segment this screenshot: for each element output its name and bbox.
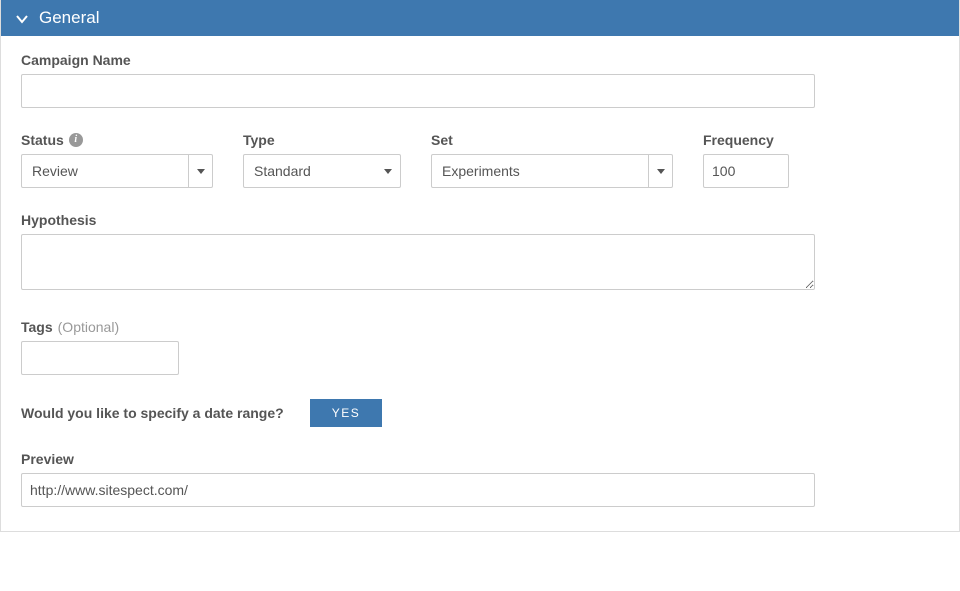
type-label: Type — [243, 132, 401, 148]
frequency-field: Frequency — [703, 132, 789, 188]
status-value: Review — [22, 155, 188, 187]
tags-label: Tags (Optional) — [21, 319, 939, 335]
tags-label-text: Tags — [21, 319, 53, 335]
row-status-type-set-freq: Status i Review Type Standard Set Expe — [21, 132, 939, 188]
info-icon[interactable]: i — [69, 133, 83, 147]
set-field: Set Experiments — [431, 132, 673, 188]
status-select[interactable]: Review — [21, 154, 213, 188]
status-caret — [188, 155, 212, 187]
tags-input[interactable] — [21, 341, 179, 375]
preview-field: Preview — [21, 451, 939, 507]
set-caret — [648, 155, 672, 187]
tags-optional-text: (Optional) — [58, 319, 119, 335]
type-select[interactable]: Standard — [243, 154, 401, 188]
preview-input[interactable] — [21, 473, 815, 507]
hypothesis-input[interactable] — [21, 234, 815, 290]
campaign-name-field: Campaign Name — [21, 52, 939, 108]
frequency-input[interactable] — [703, 154, 789, 188]
panel-title: General — [39, 8, 99, 28]
date-range-question: Would you like to specify a date range? — [21, 405, 284, 421]
tags-field: Tags (Optional) — [21, 319, 939, 375]
hypothesis-label: Hypothesis — [21, 212, 939, 228]
date-range-row: Would you like to specify a date range? … — [21, 399, 939, 427]
campaign-name-input[interactable] — [21, 74, 815, 108]
type-value: Standard — [244, 155, 376, 187]
caret-down-icon — [657, 169, 665, 174]
chevron-down-icon — [15, 11, 29, 25]
general-panel: General Campaign Name Status i Review Ty… — [0, 0, 960, 532]
status-label: Status i — [21, 132, 213, 148]
frequency-label: Frequency — [703, 132, 789, 148]
type-field: Type Standard — [243, 132, 401, 188]
status-field: Status i Review — [21, 132, 213, 188]
panel-header[interactable]: General — [1, 0, 959, 36]
preview-label: Preview — [21, 451, 939, 467]
caret-down-icon — [384, 169, 392, 174]
set-select[interactable]: Experiments — [431, 154, 673, 188]
panel-body: Campaign Name Status i Review Type Stand… — [1, 36, 959, 531]
campaign-name-label: Campaign Name — [21, 52, 939, 68]
yes-button[interactable]: YES — [310, 399, 383, 427]
type-caret — [376, 155, 400, 187]
hypothesis-field: Hypothesis — [21, 212, 939, 295]
set-value: Experiments — [432, 155, 648, 187]
caret-down-icon — [197, 169, 205, 174]
status-label-text: Status — [21, 132, 64, 148]
set-label: Set — [431, 132, 673, 148]
